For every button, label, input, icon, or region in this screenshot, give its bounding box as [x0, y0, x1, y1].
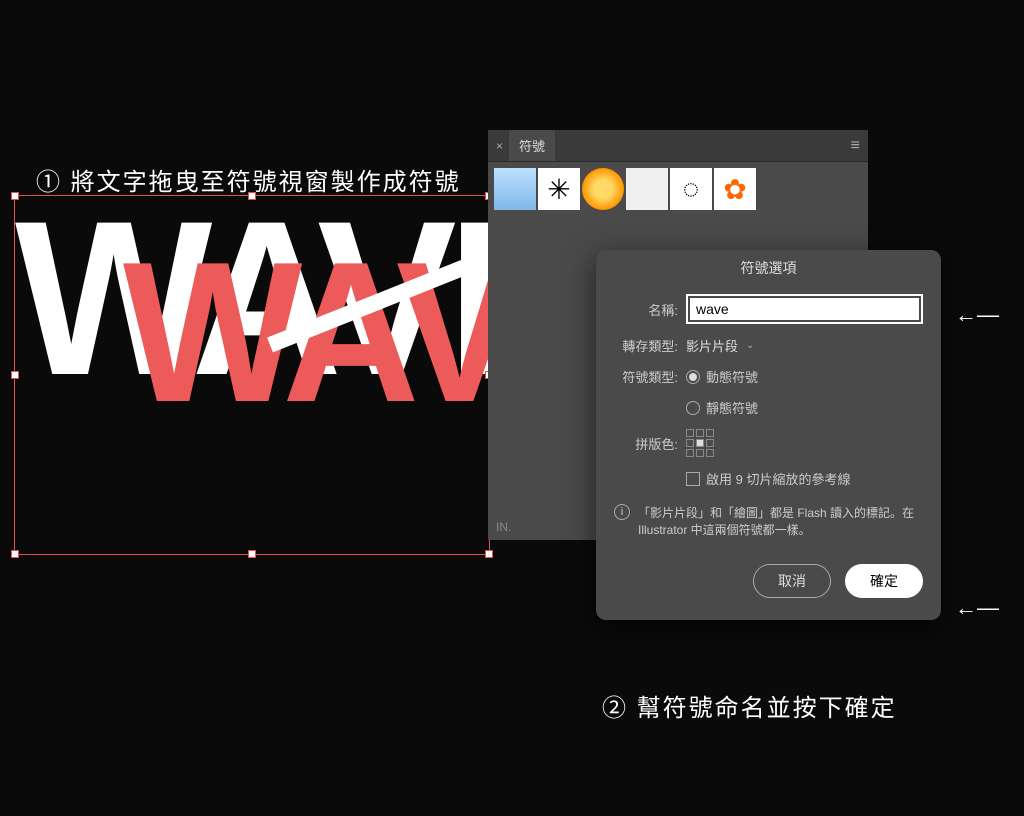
- cancel-button[interactable]: 取消: [753, 564, 831, 598]
- close-icon[interactable]: ×: [496, 139, 503, 153]
- ok-button[interactable]: 確定: [845, 564, 923, 598]
- annotation-step-2: ② 幫符號命名並按下確定: [602, 688, 897, 723]
- registration-grid[interactable]: [686, 429, 714, 457]
- symbols-tab[interactable]: 符號: [509, 130, 555, 161]
- radio-dynamic-label: 動態符號: [706, 367, 758, 386]
- dialog-title: 符號選項: [596, 250, 941, 288]
- dialog-buttons: 取消 確定: [596, 544, 941, 602]
- symbol-item-sphere[interactable]: [582, 168, 624, 210]
- selection-handle[interactable]: [248, 550, 256, 558]
- slice-checkbox[interactable]: [686, 472, 700, 486]
- name-input[interactable]: [690, 298, 919, 320]
- selection-handle[interactable]: [485, 550, 493, 558]
- info-icon: i: [614, 504, 630, 520]
- export-type-select[interactable]: 影片片段 ⌄: [686, 336, 754, 355]
- export-type-value: 影片片段: [686, 336, 738, 355]
- name-label: 名稱:: [614, 300, 678, 319]
- symbol-item-ink[interactable]: ✳: [538, 168, 580, 210]
- symbol-type-row: 符號類型: 動態符號: [596, 361, 941, 392]
- panel-footer-text: IN.: [496, 520, 511, 534]
- name-row: 名稱:: [596, 288, 941, 330]
- slice-row: 啟用 9 切片縮放的參考線: [596, 463, 941, 494]
- selection-handle[interactable]: [248, 192, 256, 200]
- symbol-item-box[interactable]: [626, 168, 668, 210]
- selection-handle[interactable]: [11, 192, 19, 200]
- selection-handle[interactable]: [11, 371, 19, 379]
- radio-dynamic[interactable]: [686, 370, 700, 384]
- export-type-label: 轉存類型:: [614, 336, 678, 355]
- symbol-type-static-row: 靜態符號: [596, 392, 941, 423]
- panel-tab-bar: × 符號 ≡: [488, 130, 868, 162]
- panel-menu-icon[interactable]: ≡: [851, 137, 860, 155]
- pointer-arrow-icon: ←—: [955, 302, 999, 328]
- symbol-item-flower[interactable]: ✿: [714, 168, 756, 210]
- radio-static-label: 靜態符號: [706, 398, 758, 417]
- radio-static[interactable]: [686, 401, 700, 415]
- pointer-arrow-icon: ←—: [955, 595, 999, 621]
- info-text: 「影片片段」和「繪圖」都是 Flash 讀入的標記。在 Illustrator …: [638, 504, 923, 538]
- symbol-item-gradient[interactable]: [494, 168, 536, 210]
- name-input-highlight: [686, 294, 923, 324]
- symbol-item-ring[interactable]: ◌: [670, 168, 712, 210]
- selection-handle[interactable]: [11, 550, 19, 558]
- info-row: i 「影片片段」和「繪圖」都是 Flash 讀入的標記。在 Illustrato…: [596, 494, 941, 544]
- export-type-row: 轉存類型: 影片片段 ⌄: [596, 330, 941, 361]
- symbol-grid: ✳ ◌ ✿: [488, 162, 868, 216]
- symbol-options-dialog: 符號選項 名稱: 轉存類型: 影片片段 ⌄ 符號類型: 動態符號 靜態符號 拼版…: [596, 250, 941, 620]
- registration-row: 拼版色:: [596, 423, 941, 463]
- symbol-type-label: 符號類型:: [614, 367, 678, 386]
- chevron-down-icon: ⌄: [746, 340, 754, 351]
- slice-label: 啟用 9 切片縮放的參考線: [706, 469, 850, 488]
- registration-label: 拼版色:: [614, 434, 678, 453]
